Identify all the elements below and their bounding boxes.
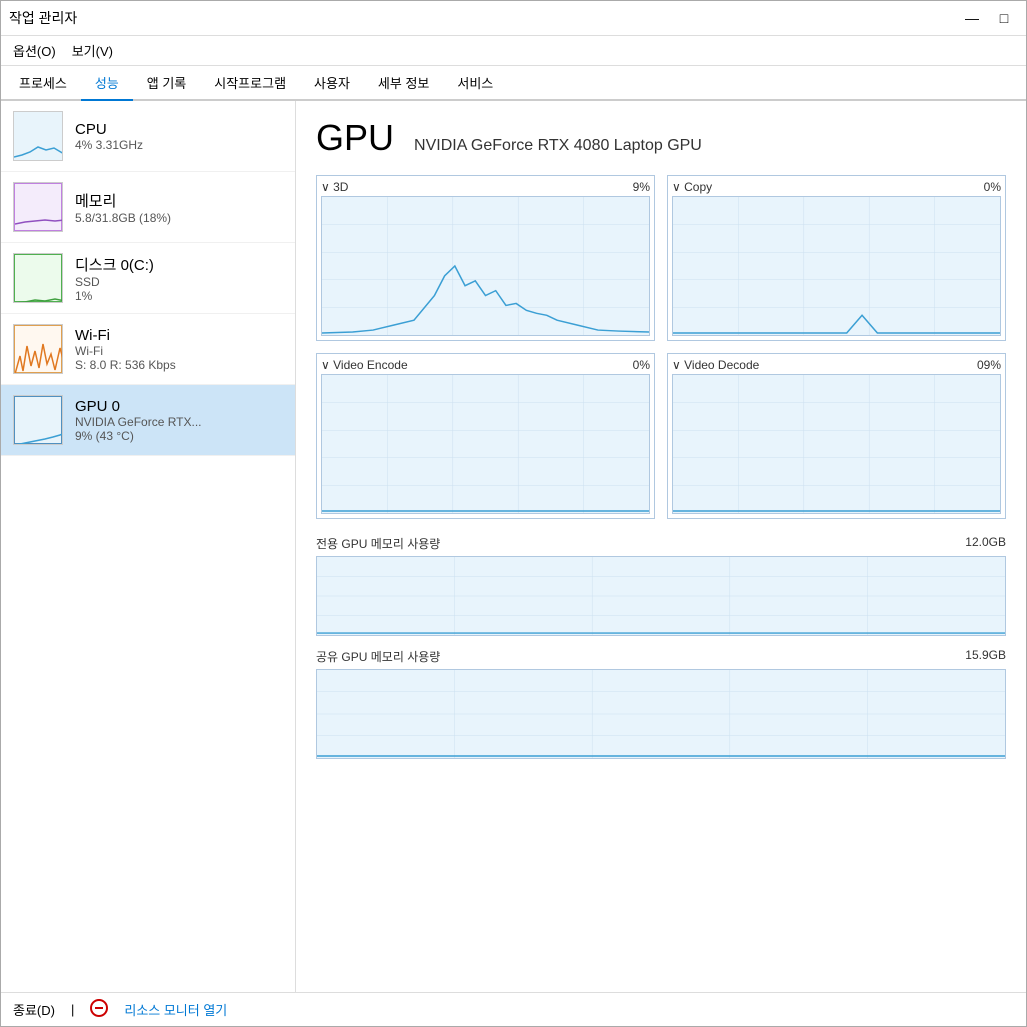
wifi-sub1: Wi-Fi [75,344,283,358]
sidebar-item-wifi[interactable]: Wi-Fi Wi-Fi S: 8.0 R: 536 Kbps [1,314,295,385]
gpu0-sub2: 9% (43 °C) [75,429,283,443]
gpu0-title: GPU 0 [75,398,283,415]
title-bar-buttons: — □ [958,7,1018,29]
main-content: CPU 4% 3.31GHz 메모리 5.8/31.8GB (18%) [1,101,1026,992]
close-process-button[interactable]: 종료(D) [13,1000,55,1019]
chart-vencode-area [321,374,650,514]
tab-users[interactable]: 사용자 [300,66,364,101]
dedicated-mem-label-row: 전용 GPU 메모리 사용량 12.0GB [316,535,1006,552]
shared-mem-value: 15.9GB [965,648,1006,665]
disk-title: 디스크 0(C:) [75,254,283,275]
disk-sub1: SSD [75,275,283,289]
mem-thumb [13,182,63,232]
maximize-button[interactable]: □ [990,7,1018,29]
window-title: 작업 관리자 [9,8,77,28]
dedicated-mem-label: 전용 GPU 메모리 사용량 [316,535,440,552]
disk-sub2: 1% [75,289,283,303]
chart-vencode-label: ∨ Video Encode [321,358,408,372]
tab-bar: 프로세스 성능 앱 기록 시작프로그램 사용자 세부 정보 서비스 [1,66,1026,101]
wifi-thumb [13,324,63,374]
menu-options[interactable]: 옵션(O) [5,38,64,63]
mem-info: 메모리 5.8/31.8GB (18%) [75,190,283,225]
resource-monitor-icon [90,999,108,1020]
sidebar-item-gpu0[interactable]: GPU 0 NVIDIA GeForce RTX... 9% (43 °C) [1,385,295,456]
chart-copy-pct: 0% [984,180,1001,194]
menu-bar: 옵션(O) 보기(V) [1,36,1026,66]
cpu-thumb [13,111,63,161]
shared-mem-label-row: 공유 GPU 메모리 사용량 15.9GB [316,648,1006,665]
wifi-title: Wi-Fi [75,327,283,344]
chart-3d-area [321,196,650,336]
tab-startup[interactable]: 시작프로그램 [200,66,300,101]
sidebar-item-disk[interactable]: 디스크 0(C:) SSD 1% [1,243,295,314]
shared-mem-chart [316,669,1006,759]
tab-processes[interactable]: 프로세스 [5,66,81,101]
shared-mem-section: 공유 GPU 메모리 사용량 15.9GB [316,648,1006,759]
shared-mem-label: 공유 GPU 메모리 사용량 [316,648,440,665]
gpu-header: GPU NVIDIA GeForce RTX 4080 Laptop GPU [316,117,1006,159]
mem-title: 메모리 [75,190,283,211]
gpu0-sub1: NVIDIA GeForce RTX... [75,415,283,429]
menu-view[interactable]: 보기(V) [64,38,121,63]
separator: | [71,1002,74,1017]
chart-3d-pct: 9% [633,180,650,194]
gpu0-info: GPU 0 NVIDIA GeForce RTX... 9% (43 °C) [75,398,283,443]
sidebar-item-memory[interactable]: 메모리 5.8/31.8GB (18%) [1,172,295,243]
chart-vencode-label-row: ∨ Video Encode 0% [321,358,650,372]
chart-vencode-pct: 0% [633,358,650,372]
bottom-bar: 종료(D) | 리소스 모니터 열기 [1,992,1026,1026]
chart-copy-area [672,196,1001,336]
task-manager-window: 작업 관리자 — □ 옵션(O) 보기(V) 프로세스 성능 앱 기록 시작프로… [0,0,1027,1027]
chart-copy: ∨ Copy 0% [667,175,1006,341]
resource-monitor-link[interactable]: 리소스 모니터 열기 [124,1000,227,1019]
chart-vdecode-label-row: ∨ Video Decode 09% [672,358,1001,372]
chart-3d-label: ∨ 3D [321,180,348,194]
mem-sub: 5.8/31.8GB (18%) [75,211,283,225]
chart-vdecode-label: ∨ Video Decode [672,358,759,372]
tab-performance[interactable]: 성능 [81,66,133,101]
sidebar: CPU 4% 3.31GHz 메모리 5.8/31.8GB (18%) [1,101,296,992]
cpu-info: CPU 4% 3.31GHz [75,121,283,152]
tab-services[interactable]: 서비스 [443,66,507,101]
wifi-sub2: S: 8.0 R: 536 Kbps [75,358,283,372]
chart-vencode: ∨ Video Encode 0% [316,353,655,519]
title-bar: 작업 관리자 — □ [1,1,1026,36]
disk-thumb [13,253,63,303]
cpu-sub: 4% 3.31GHz [75,138,283,152]
minimize-button[interactable]: — [958,7,986,29]
chart-3d-label-row: ∨ 3D 9% [321,180,650,194]
sidebar-item-cpu[interactable]: CPU 4% 3.31GHz [1,101,295,172]
chart-vdecode-area [672,374,1001,514]
dedicated-mem-section: 전용 GPU 메모리 사용량 12.0GB [316,535,1006,636]
gpu-panel-name: NVIDIA GeForce RTX 4080 Laptop GPU [414,137,702,155]
dedicated-mem-value: 12.0GB [965,535,1006,552]
disk-info: 디스크 0(C:) SSD 1% [75,254,283,303]
right-panel: GPU NVIDIA GeForce RTX 4080 Laptop GPU ∨… [296,101,1026,992]
tab-details[interactable]: 세부 정보 [364,66,443,101]
chart-3d: ∨ 3D 9% [316,175,655,341]
chart-vdecode-pct: 09% [977,358,1001,372]
dedicated-mem-chart [316,556,1006,636]
gpu-thumb [13,395,63,445]
chart-vdecode: ∨ Video Decode 09% [667,353,1006,519]
cpu-title: CPU [75,121,283,138]
charts-grid: ∨ 3D 9% [316,175,1006,519]
wifi-info: Wi-Fi Wi-Fi S: 8.0 R: 536 Kbps [75,327,283,372]
tab-app-history[interactable]: 앱 기록 [133,66,201,101]
gpu-panel-title: GPU [316,117,394,159]
chart-copy-label: ∨ Copy [672,180,712,194]
chart-copy-label-row: ∨ Copy 0% [672,180,1001,194]
